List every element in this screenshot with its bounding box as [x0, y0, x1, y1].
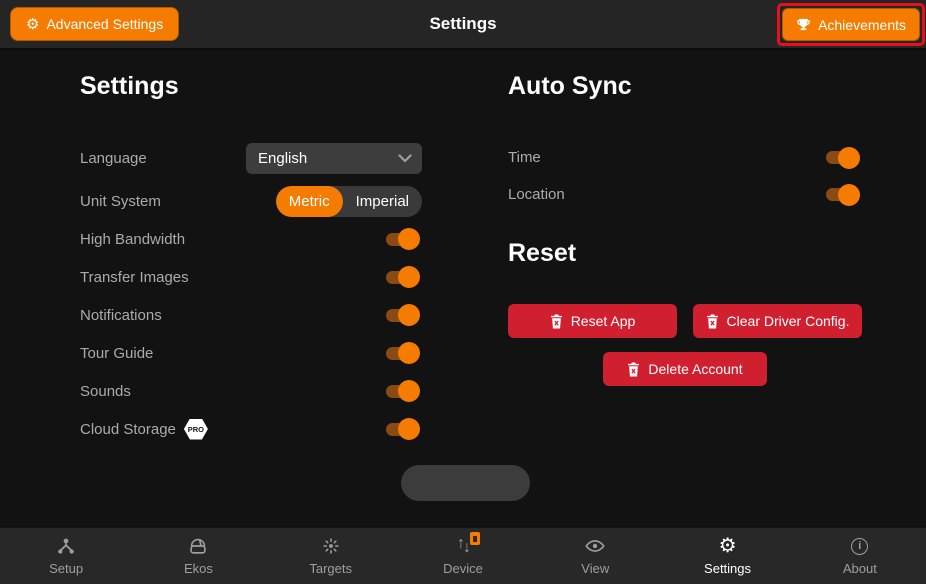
tour-guide-toggle[interactable] — [386, 342, 420, 364]
transfer-images-toggle[interactable] — [386, 266, 420, 288]
eye-icon — [584, 535, 606, 557]
delete-icon — [706, 313, 719, 329]
reset-app-button[interactable]: Reset App — [508, 304, 677, 338]
star-target-icon — [320, 535, 342, 557]
chevron-down-icon — [398, 153, 412, 163]
location-toggle[interactable] — [826, 183, 860, 206]
advanced-settings-button[interactable]: ⚙ Advanced Settings — [10, 7, 180, 41]
nav-label-targets: Targets — [309, 561, 353, 576]
nav-tab-targets[interactable]: Targets — [265, 528, 397, 584]
device-notification-badge — [469, 532, 480, 545]
language-row: Language English — [80, 139, 422, 177]
unit-option-metric[interactable]: Metric — [275, 185, 343, 217]
time-label: Time — [508, 149, 541, 166]
achievements-highlight-box: Achievements — [777, 3, 925, 46]
language-dropdown[interactable]: English — [246, 142, 422, 174]
observatory-dome-icon — [187, 535, 209, 557]
gear-icon: ⚙ — [718, 535, 737, 557]
location-label: Location — [508, 186, 565, 203]
nav-label-settings: Settings — [704, 561, 752, 576]
settings-section-title: Settings — [80, 72, 179, 100]
delete-account-label: Delete Account — [648, 361, 743, 377]
nav-tab-setup[interactable]: Setup — [0, 528, 132, 584]
nav-label-about: About — [842, 561, 877, 576]
cloud-storage-label: Cloud Storage — [80, 420, 176, 438]
unit-system-segmented-control: Metric Imperial — [275, 185, 422, 217]
tour-guide-row: Tour Guide — [80, 334, 422, 372]
delete-icon — [550, 313, 563, 329]
trophy-icon — [796, 17, 811, 32]
achievements-label: Achievements — [818, 16, 906, 33]
auto-sync-title: Auto Sync — [508, 72, 632, 100]
advanced-settings-label: Advanced Settings — [46, 16, 164, 32]
bottom-navigation-bar: Setup Ekos Targets ↑↓ Device View ⚙ Sett… — [0, 527, 926, 584]
notifications-toggle[interactable] — [386, 304, 420, 326]
delete-icon — [627, 361, 640, 377]
reset-title: Reset — [508, 239, 577, 267]
notifications-row: Notifications — [80, 296, 422, 334]
unit-system-label: Unit System — [80, 192, 161, 210]
info-icon: i — [851, 535, 869, 557]
location-row: Location — [508, 176, 862, 213]
top-bar: ⚙ Advanced Settings Settings Achievement… — [0, 0, 926, 50]
network-nodes-icon — [55, 535, 77, 557]
achievements-button[interactable]: Achievements — [782, 8, 920, 41]
nav-tab-device[interactable]: ↑↓ Device — [397, 528, 529, 584]
nav-tab-about[interactable]: i About — [794, 528, 926, 584]
sounds-row: Sounds — [80, 372, 422, 410]
delete-account-button[interactable]: Delete Account — [603, 352, 767, 386]
clear-driver-config-button[interactable]: Clear Driver Config. — [693, 304, 862, 338]
language-label: Language — [80, 149, 147, 167]
high-bandwidth-toggle[interactable] — [386, 228, 420, 250]
clear-driver-config-label: Clear Driver Config. — [726, 313, 850, 329]
transfer-images-label: Transfer Images — [80, 268, 189, 286]
nav-label-device: Device — [443, 561, 483, 576]
sounds-label: Sounds — [80, 382, 131, 400]
auto-sync-section: Auto Sync Time Location Reset Reset App … — [508, 72, 862, 386]
nav-tab-ekos[interactable]: Ekos — [132, 528, 264, 584]
transfer-images-row: Transfer Images — [80, 258, 422, 296]
page-title: Settings — [429, 14, 497, 33]
time-row: Time — [508, 139, 862, 176]
cloud-storage-row: Cloud Storage PRO — [80, 410, 422, 448]
sounds-toggle[interactable] — [386, 380, 420, 402]
high-bandwidth-row: High Bandwidth — [80, 220, 422, 258]
high-bandwidth-label: High Bandwidth — [80, 230, 186, 248]
nav-tab-view[interactable]: View — [529, 528, 661, 584]
time-toggle[interactable] — [826, 146, 860, 169]
settings-section: Settings Language English Unit System Me… — [80, 72, 422, 448]
gear-icon: ⚙ — [26, 15, 40, 33]
notifications-label: Notifications — [80, 306, 162, 324]
transfer-arrows-icon: ↑↓ — [457, 532, 480, 557]
tour-guide-label: Tour Guide — [80, 344, 154, 362]
pro-badge: PRO — [183, 418, 208, 440]
nav-tab-settings[interactable]: ⚙ Settings — [661, 528, 793, 584]
nav-label-view: View — [581, 561, 610, 576]
reset-app-label: Reset App — [570, 313, 636, 329]
cloud-storage-toggle[interactable] — [386, 418, 420, 440]
nav-label-setup: Setup — [49, 561, 84, 576]
unit-option-imperial[interactable]: Imperial — [343, 186, 422, 217]
empty-pill-button[interactable] — [401, 465, 530, 501]
unit-system-row: Unit System Metric Imperial — [80, 182, 422, 220]
language-value: English — [258, 149, 308, 167]
nav-label-ekos: Ekos — [183, 561, 213, 576]
